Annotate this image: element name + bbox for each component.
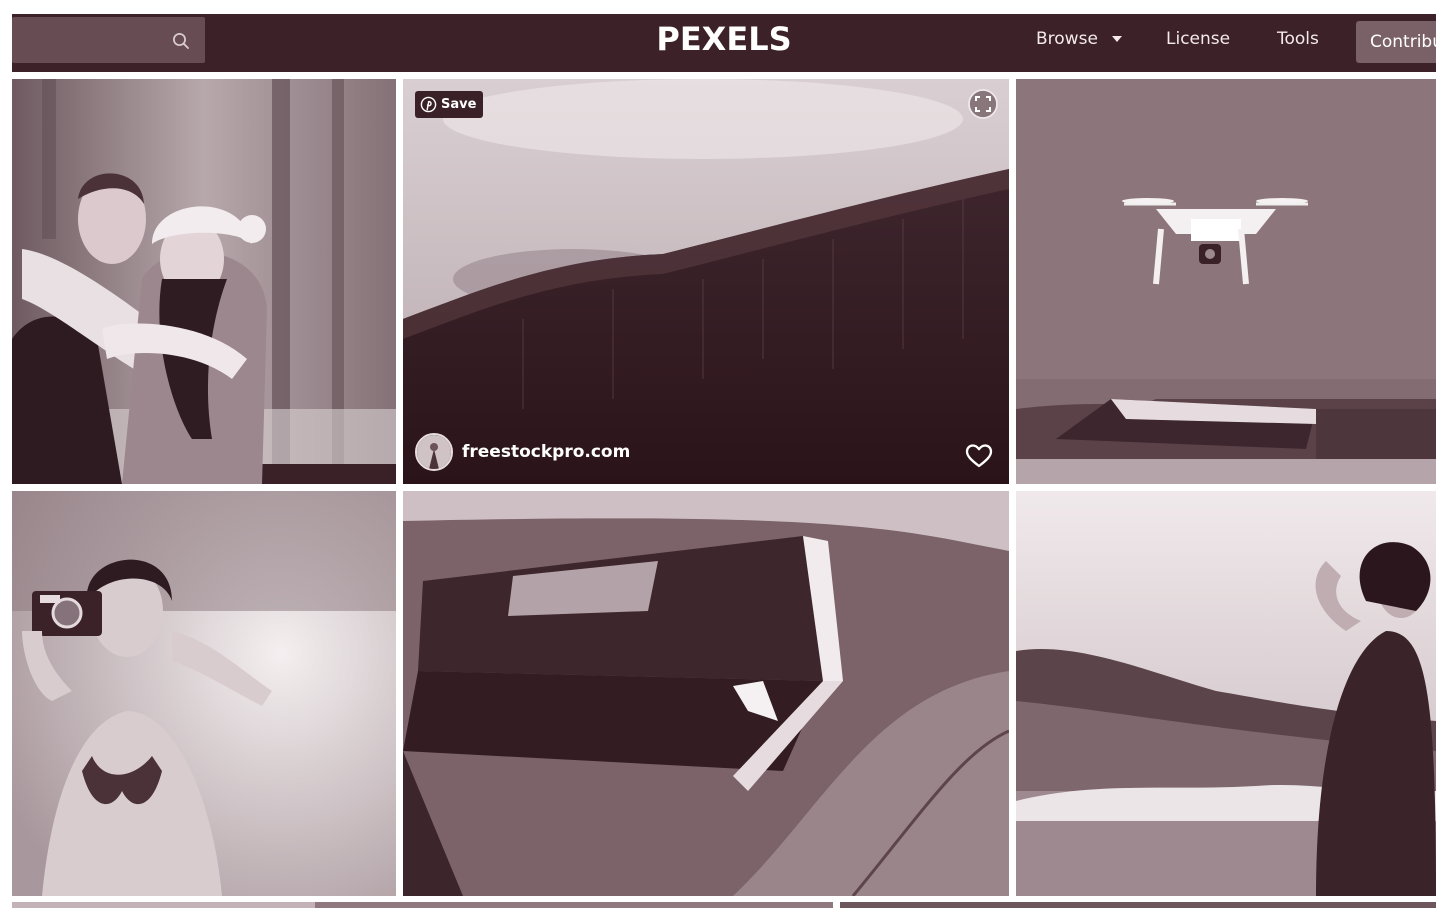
search-input[interactable] [12, 17, 162, 63]
book-photo-image [403, 491, 1009, 896]
photo-author[interactable]: freestockpro.com [415, 433, 630, 471]
woman-sea-photo-image [1016, 491, 1436, 896]
woman-camera-photo-image [12, 491, 396, 896]
couple-photo-image [12, 79, 396, 484]
tools-link[interactable]: Tools [1277, 29, 1319, 49]
drone-photo-image [1016, 79, 1436, 484]
photo-drone[interactable] [1016, 79, 1436, 484]
license-link[interactable]: License [1166, 29, 1230, 49]
browse-menu[interactable]: Browse [1036, 29, 1123, 49]
search-icon[interactable] [171, 31, 191, 51]
search-box[interactable] [12, 17, 205, 63]
pexels-page: PEXELS Browse License Tools Contribute [0, 0, 1436, 908]
avatar[interactable] [415, 433, 453, 471]
top-navigation-bar: PEXELS Browse License Tools Contribute [12, 14, 1436, 72]
photo-misty-forest[interactable]: Save freestockpro.com [403, 79, 1009, 484]
photo-woman-camera[interactable] [12, 491, 396, 896]
author-name[interactable]: freestockpro.com [462, 442, 630, 462]
heart-icon[interactable] [965, 443, 993, 469]
next-row-strip [840, 902, 1436, 908]
forest-photo-image [403, 79, 1009, 484]
save-label: Save [441, 97, 477, 112]
contribute-button[interactable]: Contribute [1356, 21, 1436, 63]
next-row-strip [315, 902, 833, 908]
photo-couple-kissing[interactable] [12, 79, 396, 484]
avatar-image [417, 435, 451, 469]
pinterest-icon [420, 96, 437, 113]
browse-label: Browse [1036, 29, 1098, 49]
pinterest-save-button[interactable]: Save [415, 91, 484, 118]
caret-down-icon [1112, 36, 1123, 42]
photo-woman-sea[interactable] [1016, 491, 1436, 896]
expand-icon[interactable] [967, 88, 999, 120]
photo-book-on-table[interactable] [403, 491, 1009, 896]
